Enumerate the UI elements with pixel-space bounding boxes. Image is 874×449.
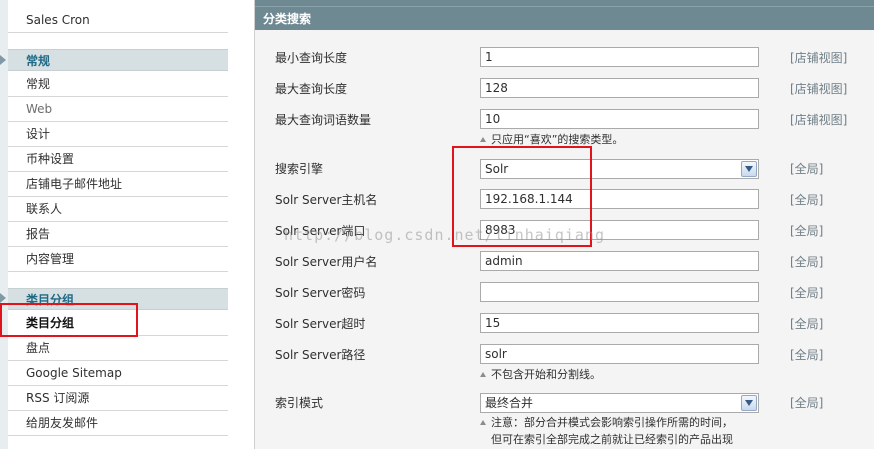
sidebar-item-rss[interactable]: RSS 订阅源 bbox=[8, 386, 228, 411]
sidebar: Sales Cron 常规 常规 Web 设计 币种设置 店铺电子邮件地址 联系… bbox=[0, 0, 228, 449]
solr-hostname-input[interactable] bbox=[480, 189, 759, 209]
field-note: 不包含开始和分割线。 bbox=[480, 366, 601, 382]
field-label: 最大查询长度 bbox=[275, 82, 348, 96]
scope-label: [全局] bbox=[790, 396, 824, 410]
field-label: Solr Server超时 bbox=[275, 317, 366, 331]
field-note: 只应用“喜欢”的搜索类型。 bbox=[480, 131, 623, 147]
sidebar-item-general[interactable]: 常规 bbox=[8, 72, 228, 97]
field-label: 索引模式 bbox=[275, 396, 324, 410]
field-label: Solr Server密码 bbox=[275, 286, 366, 300]
field-label: 最大查询词语数量 bbox=[275, 113, 372, 127]
solr-port-input[interactable] bbox=[480, 220, 759, 240]
field-label: Solr Server主机名 bbox=[275, 193, 378, 207]
solr-password-input[interactable] bbox=[480, 282, 759, 302]
sidebar-item-inventory[interactable]: 盘点 bbox=[8, 336, 228, 361]
select-value: 最终合并 bbox=[485, 396, 534, 410]
index-mode-select[interactable]: 最终合并 bbox=[480, 393, 759, 413]
scope-label: [店铺视图] bbox=[790, 113, 848, 127]
gutter bbox=[228, 0, 254, 449]
scope-label: [全局] bbox=[790, 193, 824, 207]
field-note: 注意：部分合并模式会影响索引操作所需的时间， bbox=[480, 414, 733, 430]
field-label: Solr Server路径 bbox=[275, 348, 366, 362]
chevron-down-icon bbox=[745, 400, 753, 406]
max-query-words-input[interactable] bbox=[480, 109, 759, 129]
scope-label: [全局] bbox=[790, 317, 824, 331]
collapse-arrow-icon[interactable] bbox=[0, 55, 6, 65]
note-arrow-icon bbox=[480, 420, 486, 425]
field-note-continued: 但可在索引全部完成之前就让已经索引的产品出现 bbox=[491, 433, 733, 446]
max-query-length-input[interactable] bbox=[480, 78, 759, 98]
note-arrow-icon bbox=[480, 137, 486, 142]
sidebar-group-catalog[interactable]: 类目分组 bbox=[8, 288, 228, 310]
collapse-arrow-icon[interactable] bbox=[0, 293, 6, 303]
select-value: Solr bbox=[485, 162, 509, 176]
chevron-down-icon bbox=[745, 166, 753, 172]
sidebar-item-sales-cron[interactable]: Sales Cron bbox=[8, 8, 228, 33]
sidebar-item-email-friend[interactable]: 给朋友发邮件 bbox=[8, 411, 228, 436]
sidebar-item-contacts[interactable]: 联系人 bbox=[8, 197, 228, 222]
dropdown-button[interactable] bbox=[741, 161, 757, 177]
sidebar-item-google-sitemap[interactable]: Google Sitemap bbox=[8, 361, 228, 386]
scope-label: [店铺视图] bbox=[790, 82, 848, 96]
scope-label: [全局] bbox=[790, 162, 824, 176]
scope-label: [店铺视图] bbox=[790, 51, 848, 65]
section-title[interactable]: 分类搜索 bbox=[255, 6, 874, 30]
solr-timeout-input[interactable] bbox=[480, 313, 759, 333]
sidebar-item-content[interactable]: 内容管理 bbox=[8, 247, 228, 272]
scope-label: [全局] bbox=[790, 224, 824, 238]
sidebar-item-store-email[interactable]: 店铺电子邮件地址 bbox=[8, 172, 228, 197]
min-query-length-input[interactable] bbox=[480, 47, 759, 67]
field-label: 搜索引擎 bbox=[275, 162, 324, 176]
search-engine-select[interactable]: Solr bbox=[480, 159, 759, 179]
sidebar-strip bbox=[0, 0, 8, 449]
sidebar-item-catalog[interactable]: 类目分组 bbox=[8, 311, 228, 336]
sidebar-item-web[interactable]: Web bbox=[8, 97, 228, 122]
scope-label: [全局] bbox=[790, 255, 824, 269]
sidebar-item-design[interactable]: 设计 bbox=[8, 122, 228, 147]
field-label: Solr Server用户名 bbox=[275, 255, 378, 269]
dropdown-button[interactable] bbox=[741, 395, 757, 411]
solr-path-input[interactable] bbox=[480, 344, 759, 364]
solr-username-input[interactable] bbox=[480, 251, 759, 271]
sidebar-group-general[interactable]: 常规 bbox=[8, 49, 228, 71]
scope-label: [全局] bbox=[790, 286, 824, 300]
config-panel: 分类搜索 最小查询长度 [店铺视图] 最大查询长度 [店铺视图] 最大查询词语数… bbox=[254, 0, 874, 449]
sidebar-item-reports[interactable]: 报告 bbox=[8, 222, 228, 247]
sidebar-item-currency[interactable]: 币种设置 bbox=[8, 147, 228, 172]
field-label: 最小查询长度 bbox=[275, 51, 348, 65]
note-arrow-icon bbox=[480, 372, 486, 377]
field-label: Solr Server端口 bbox=[275, 224, 366, 238]
scope-label: [全局] bbox=[790, 348, 824, 362]
